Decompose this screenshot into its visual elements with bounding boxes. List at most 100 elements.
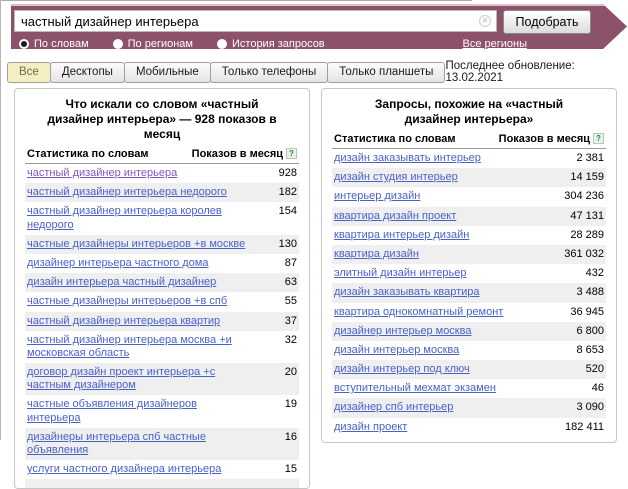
- impressions-value: 130: [273, 238, 297, 251]
- radio-icon: [113, 39, 123, 49]
- device-tabs-row: Все Десктопы Мобильные Только телефоны Т…: [8, 60, 620, 84]
- table-row: дизайн интерьер москва 8 653: [332, 341, 606, 360]
- table-row: квартира интерьер дизайн 28 289: [332, 226, 606, 245]
- radio-icon: [19, 39, 29, 49]
- search-mode-radio[interactable]: История запросов: [217, 38, 325, 50]
- keyword-link[interactable]: элитный дизайн интерьер: [334, 267, 467, 280]
- keyword-link[interactable]: частный дизайнер интерьера: [27, 167, 177, 180]
- keyword-link[interactable]: квартира интерьер дизайн: [334, 229, 469, 242]
- impressions-value: 182: [273, 186, 297, 199]
- column-header-impressions-wrap: Показов в месяц ?: [192, 148, 297, 160]
- impressions-value: 32: [279, 334, 297, 347]
- clear-search-icon[interactable]: ✕: [479, 15, 491, 27]
- column-header-impressions-wrap: Показов в месяц ?: [499, 133, 604, 145]
- search-submit-button[interactable]: Подобрать: [503, 10, 591, 34]
- table-row: дизайнер спб интерьер 3 090: [332, 398, 606, 417]
- keyword-link[interactable]: частный дизайнер интерьера недорого: [27, 186, 227, 199]
- radio-label: По регионам: [128, 38, 193, 50]
- keyword-link[interactable]: квартира дизайн проект: [334, 210, 456, 223]
- page-border-top: [0, 0, 472, 1]
- table-row: интерьер дизайн 304 236: [332, 187, 606, 206]
- column-header-keywords: Статистика по словам: [27, 148, 149, 160]
- keyword-link[interactable]: дизайнеры интерьера спб частные объявлен…: [27, 431, 247, 457]
- help-icon[interactable]: ?: [286, 148, 297, 159]
- impressions-value: 46: [586, 382, 604, 395]
- table-row: частный дизайнер интерьера 928: [25, 164, 299, 183]
- keyword-link[interactable]: частные объявления дизайнеров интерьера: [27, 398, 247, 424]
- column-header-impressions: Показов в месяц: [192, 148, 283, 160]
- keyword-link[interactable]: частные дизайнеры интерьеров +в москве: [27, 238, 245, 251]
- keyword-link[interactable]: дизайн заказывать квартира: [334, 286, 480, 299]
- table-row: частный дизайнер интерьера королев недор…: [25, 202, 299, 234]
- device-tab[interactable]: Только телефоны: [210, 62, 328, 83]
- keyword-link[interactable]: дизайн заказывать интерьер: [334, 152, 481, 165]
- table-row: дизайнер интерьер москва 6 800: [332, 322, 606, 341]
- keyword-link[interactable]: дизайнер интерьер москва: [334, 325, 471, 338]
- help-icon[interactable]: ?: [593, 133, 604, 144]
- table-header: Статистика по словам Показов в месяц ?: [25, 146, 299, 164]
- impressions-value: 520: [580, 363, 604, 376]
- column-header-impressions: Показов в месяц: [499, 133, 590, 145]
- device-tabs: Все Десктопы Мобильные Только телефоны Т…: [8, 62, 445, 83]
- table-row: частные дизайнеры интерьеров +в спб 55: [25, 292, 299, 311]
- keyword-link[interactable]: интерьер дизайн: [334, 190, 420, 203]
- search-mode-radio[interactable]: По регионам: [113, 38, 193, 50]
- device-tab[interactable]: Только планшеты: [327, 62, 445, 83]
- keyword-link[interactable]: дизайнер интерьера частного дома: [27, 257, 208, 270]
- radio-label: История запросов: [232, 38, 325, 50]
- impressions-value: 182 411: [559, 421, 604, 434]
- radio-label: По словам: [34, 38, 89, 50]
- impressions-value: 928: [273, 167, 297, 180]
- similar-table-body: дизайн заказывать интерьер 2 381 дизайн …: [332, 149, 606, 437]
- all-regions-link[interactable]: Все регионы: [462, 38, 527, 50]
- table-row: элитный дизайн интерьер 432: [332, 264, 606, 283]
- search-row: ✕ Подобрать: [14, 10, 591, 34]
- keyword-link[interactable]: вступительный мехмат экзамен: [334, 382, 496, 395]
- impressions-value: 304 236: [558, 190, 604, 203]
- search-input-wrap: ✕: [14, 10, 497, 34]
- search-mode-radio[interactable]: По словам: [19, 38, 89, 50]
- impressions-value: 16: [279, 431, 297, 444]
- panel-title: Запросы, похожие на «частный дизайнер ин…: [332, 94, 606, 127]
- impressions-value: 432: [580, 267, 604, 280]
- table-row: частные дизайнеры интерьеров +в москве 1…: [25, 235, 299, 254]
- table-row: договор дизайн проект интерьера +с частн…: [25, 363, 299, 395]
- keyword-link[interactable]: дизайн интерьера частный дизайнер: [27, 276, 216, 289]
- keyword-link[interactable]: дизайнер спб интерьер: [334, 401, 453, 414]
- keyword-link[interactable]: квартира дизайн: [334, 248, 419, 261]
- keyword-link[interactable]: дизайн проект: [334, 421, 407, 434]
- keyword-link[interactable]: договор дизайн проект интерьера +с частн…: [27, 366, 247, 392]
- impressions-value: 6 800: [570, 325, 604, 338]
- partial-row: [25, 479, 299, 488]
- keyword-link[interactable]: частные дизайнеры интерьеров +в спб: [27, 295, 227, 308]
- keyword-link[interactable]: дизайн интерьер под ключ: [334, 363, 470, 376]
- table-row: частный дизайнер интерьера москва +и мос…: [25, 331, 299, 363]
- search-input[interactable]: [14, 10, 497, 32]
- impressions-value: 8 653: [570, 344, 604, 357]
- keyword-link[interactable]: дизайн студия интерьер: [334, 171, 458, 184]
- impressions-value: 361 032: [558, 248, 604, 261]
- impressions-value: 2 381: [570, 152, 604, 165]
- keyword-link[interactable]: частный дизайнер интерьера королев недор…: [27, 205, 247, 231]
- keyword-link[interactable]: частный дизайнер интерьера москва +и мос…: [27, 334, 247, 360]
- keyword-link[interactable]: дизайн интерьер москва: [334, 344, 459, 357]
- keyword-link[interactable]: услуги частного дизайнера интерьера: [27, 463, 221, 476]
- table-row: дизайн заказывать квартира 3 488: [332, 283, 606, 302]
- device-tab[interactable]: Мобильные: [124, 62, 211, 83]
- impressions-value: 20: [279, 366, 297, 379]
- radio-icon: [217, 39, 227, 49]
- table-row: дизайн студия интерьер 14 159: [332, 168, 606, 187]
- wordstat-page: { "search": { "query": "частный дизайнер…: [0, 0, 628, 440]
- keyword-link[interactable]: частный дизайнер интерьера квартир: [27, 315, 220, 328]
- keyword-table-body: частный дизайнер интерьера 928 частный д…: [25, 164, 299, 479]
- device-tab[interactable]: Все: [7, 62, 51, 83]
- table-row: вступительный мехмат экзамен 46: [332, 379, 606, 398]
- impressions-value: 15: [279, 463, 297, 476]
- impressions-value: 37: [279, 315, 297, 328]
- results-panels: Что искали со словом «частный дизайнер и…: [14, 88, 617, 489]
- similar-queries-panel: Запросы, похожие на «частный дизайнер ин…: [321, 88, 617, 443]
- table-row: дизайн интерьер под ключ 520: [332, 360, 606, 379]
- device-tab[interactable]: Десктопы: [50, 62, 125, 83]
- keyword-link[interactable]: квартира однокомнатный ремонт: [334, 306, 503, 319]
- keyword-stats-panel: Что искали со словом «частный дизайнер и…: [14, 88, 310, 489]
